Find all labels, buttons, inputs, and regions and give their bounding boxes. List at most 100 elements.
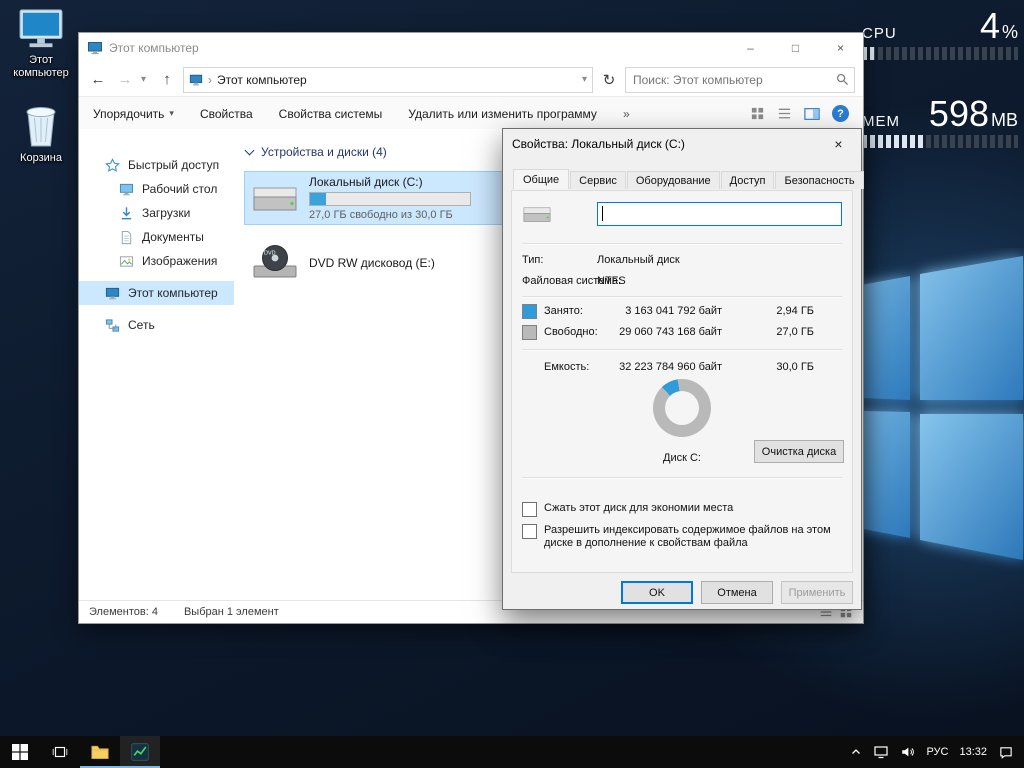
explorer-titlebar[interactable]: Этот компьютер – □ × [79, 33, 863, 63]
tab-sharing[interactable]: Доступ [721, 171, 775, 189]
tab-hardware[interactable]: Оборудование [627, 171, 720, 189]
recycle-bin-icon [21, 102, 61, 148]
pictures-icon [119, 254, 134, 269]
sidebar-item-label: Сеть [128, 318, 155, 332]
address-computer-icon [189, 73, 203, 87]
sidebar-item-label: Быстрый доступ [128, 158, 219, 172]
start-button[interactable] [0, 736, 40, 768]
checkbox-label: Сжать этот диск для экономии места [544, 502, 733, 515]
sidebar-item-pictures[interactable]: Изображения [79, 249, 234, 273]
toolbar-overflow-button[interactable]: » [623, 107, 630, 121]
explorer-sidebar: Быстрый доступ Рабочий стол Загрузки [79, 129, 234, 601]
history-dropdown-icon[interactable]: ▾ [141, 74, 151, 85]
toolbar-system-properties-button[interactable]: Свойства системы [279, 107, 383, 121]
dialog-tabs: Общие Сервис Оборудование Доступ Безопас… [513, 171, 865, 189]
task-view-button[interactable] [40, 736, 80, 768]
sidebar-item-downloads[interactable]: Загрузки [79, 201, 234, 225]
capacity-label: Емкость: [544, 361, 589, 373]
downloads-icon [119, 206, 134, 221]
drive-item-dvd[interactable]: DVD DVD RW дисковод (E:) [244, 239, 516, 287]
desktop: Этот компьютер Корзина CPU 4 % MEM 598 M… [0, 0, 1024, 768]
toolbar-uninstall-button[interactable]: Удалить или изменить программу [408, 107, 597, 121]
tray-expand-chevron-icon[interactable] [850, 746, 862, 758]
this-pc-icon [18, 8, 64, 50]
sidebar-item-quick-access[interactable]: Быстрый доступ [79, 153, 234, 177]
refresh-button[interactable]: ↻ [598, 71, 620, 89]
text-caret [602, 206, 603, 221]
taskbar-file-explorer-button[interactable] [80, 736, 120, 768]
sidebar-item-documents[interactable]: Документы [79, 225, 234, 249]
volume-label-input[interactable] [597, 202, 842, 226]
checkbox-label: Разрешить индексировать содержимое файло… [544, 524, 844, 550]
group-header-label: Устройства и диски (4) [261, 145, 387, 159]
search-box[interactable] [625, 67, 855, 93]
toolbar-label: Свойства [200, 107, 253, 121]
sidebar-item-network[interactable]: Сеть [79, 313, 234, 337]
tiles-view-icon[interactable] [750, 106, 765, 121]
toolbar-properties-button[interactable]: Свойства [200, 107, 253, 121]
separator [522, 243, 842, 245]
desktop-icon-recycle-bin[interactable]: Корзина [8, 102, 74, 165]
forward-button[interactable]: → [114, 71, 136, 88]
volume-icon[interactable] [900, 745, 915, 759]
disk-cleanup-button[interactable]: Очистка диска [754, 440, 844, 463]
sidebar-item-label: Рабочий стол [142, 182, 217, 196]
chevron-down-icon: ▾ [169, 108, 174, 119]
drive-item-local-disk-c[interactable]: Локальный диск (C:) 27,0 ГБ свободно из … [244, 171, 516, 225]
action-center-icon[interactable] [998, 745, 1014, 760]
document-icon [119, 230, 134, 245]
breadcrumb[interactable]: Этот компьютер [217, 73, 307, 87]
computer-icon [105, 286, 120, 301]
sidebar-item-desktop[interactable]: Рабочий стол [79, 177, 234, 201]
mem-meter-label: MEM [862, 113, 900, 130]
cancel-button[interactable]: Отмена [701, 581, 773, 604]
breadcrumb-chevron-icon[interactable]: › [208, 73, 212, 87]
network-icon[interactable] [873, 745, 889, 759]
dialog-titlebar[interactable]: Свойства: Локальный диск (C:) × [503, 129, 861, 159]
checkbox-box[interactable] [522, 524, 537, 539]
disk-usage-bar [309, 192, 471, 206]
search-input[interactable] [631, 72, 836, 88]
separator [522, 477, 842, 479]
explorer-navbar: ← → ▾ ↑ › Этот компьютер ▾ ↻ [79, 63, 863, 97]
tab-security[interactable]: Безопасность [775, 171, 863, 189]
preview-pane-icon[interactable] [804, 107, 820, 121]
toolbar-organize-button[interactable]: Упорядочить ▾ [93, 107, 174, 121]
close-button[interactable]: × [818, 33, 863, 63]
status-item-count: Элементов: 4 [89, 606, 158, 618]
dvd-drive-icon: DVD [251, 243, 299, 283]
desktop-icon-label: Корзина [8, 152, 74, 165]
sidebar-item-label: Изображения [142, 254, 217, 268]
checkbox-box[interactable] [522, 502, 537, 517]
taskbar-monitor-app-button[interactable] [120, 736, 160, 768]
toolbar-label: Упорядочить [93, 107, 164, 121]
dialog-close-button[interactable]: × [816, 130, 861, 159]
compress-checkbox[interactable]: Сжать этот диск для экономии места [522, 502, 733, 517]
ok-button[interactable]: OK [621, 581, 693, 604]
details-view-icon[interactable] [777, 106, 792, 121]
address-bar[interactable]: › Этот компьютер ▾ [183, 67, 593, 93]
up-button[interactable]: ↑ [156, 71, 178, 88]
capacity-size: 30,0 ГБ [742, 361, 814, 373]
dialog-title: Свойства: Локальный диск (C:) [512, 137, 685, 151]
minimize-button[interactable]: – [728, 33, 773, 63]
tab-general[interactable]: Общие [513, 169, 569, 189]
tab-tools[interactable]: Сервис [570, 171, 626, 189]
apply-button[interactable]: Применить [781, 581, 853, 604]
maximize-button[interactable]: □ [773, 33, 818, 63]
sidebar-item-this-pc[interactable]: Этот компьютер [79, 281, 234, 305]
help-icon: ? [837, 108, 844, 120]
clock[interactable]: 13:32 [959, 746, 987, 758]
index-checkbox[interactable]: Разрешить индексировать содержимое файло… [522, 524, 844, 550]
back-button[interactable]: ← [87, 71, 109, 88]
used-space-swatch [522, 304, 537, 319]
help-button[interactable]: ? [832, 105, 849, 122]
drive-name: DVD RW дисковод (E:) [309, 256, 435, 270]
monitor-app-icon [130, 742, 150, 762]
window-title: Этот компьютер [109, 41, 199, 55]
desktop-icon-this-pc[interactable]: Этот компьютер [8, 8, 74, 80]
hard-drive-icon [251, 178, 299, 218]
language-indicator[interactable]: РУС [926, 746, 948, 758]
cpu-meter-bar [862, 47, 1018, 60]
address-dropdown-icon[interactable]: ▾ [582, 74, 587, 85]
